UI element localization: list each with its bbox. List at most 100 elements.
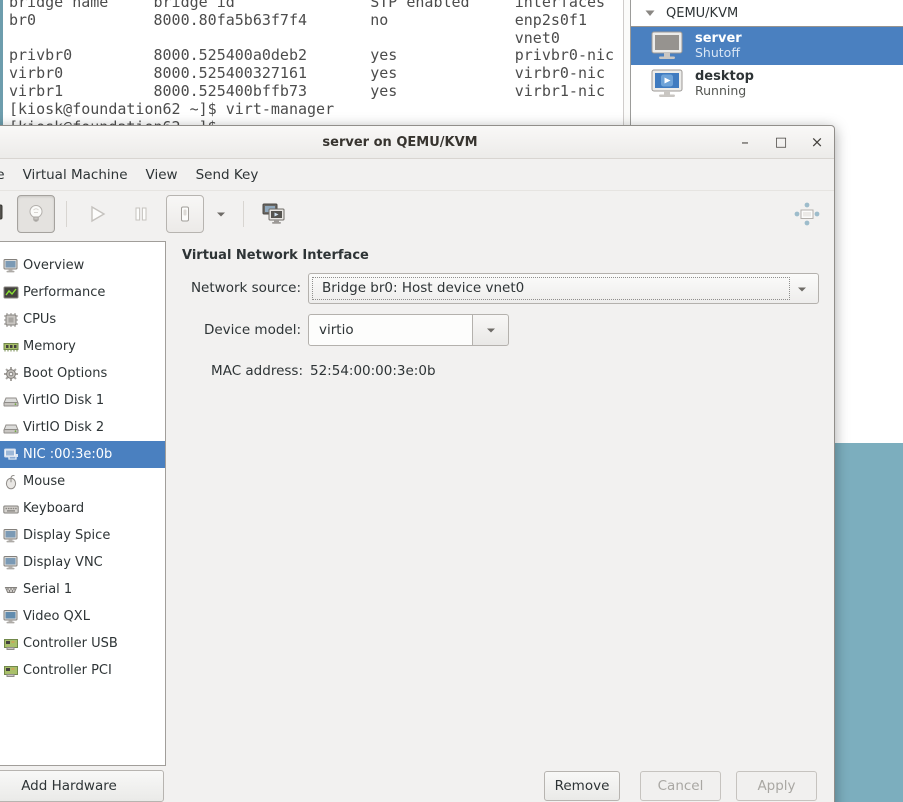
device-model-value: virtio: [319, 322, 354, 338]
remove-button[interactable]: Remove: [544, 771, 620, 801]
video-icon: [3, 609, 19, 625]
vm-desktop-icon: [649, 69, 685, 99]
keyboard-icon: [3, 501, 19, 517]
vm-server-icon: [649, 31, 685, 61]
sidebar-item-nic-00-3e-0b[interactable]: NIC :00:3e:0b: [0, 441, 165, 468]
toolbar: [0, 191, 834, 237]
memory-icon: [3, 339, 19, 355]
expander-arrow-icon[interactable]: [644, 7, 656, 19]
menu-view[interactable]: View: [137, 159, 187, 191]
mac-address-value: 52:54:00:00:3e:0b: [310, 363, 436, 379]
sidebar-item-label: Display Spice: [23, 528, 111, 543]
shutdown-menu-button[interactable]: [210, 195, 232, 233]
sidebar-item-memory[interactable]: Memory: [0, 333, 165, 360]
sidebar-item-label: Mouse: [23, 474, 66, 489]
sidebar-item-cpus[interactable]: CPUs: [0, 306, 165, 333]
run-icon: [86, 203, 108, 225]
sidebar-item-performance[interactable]: Performance: [0, 279, 165, 306]
pause-icon: [130, 203, 152, 225]
sidebar-item-virtio-disk-1[interactable]: VirtIO Disk 1: [0, 387, 165, 414]
sidebar-item-controller-usb[interactable]: Controller USB: [0, 630, 165, 657]
run-button[interactable]: [78, 195, 116, 233]
device-model-label: Device model:: [203, 322, 301, 338]
chevron-down-icon: [483, 322, 499, 338]
network-source-value: Bridge br0: Host device vnet0: [322, 280, 525, 296]
hardware-sidebar: Overview Performance CPUs Memory Boot Option…: [0, 241, 166, 766]
sidebar-item-label: NIC :00:3e:0b: [23, 447, 113, 462]
sidebar-item-virtio-disk-2[interactable]: VirtIO Disk 2: [0, 414, 165, 441]
disk-icon: [3, 393, 19, 409]
sidebar-item-label: Video QXL: [23, 609, 90, 624]
device-model-dropdown-button[interactable]: [472, 314, 509, 346]
terminal-window[interactable]: bridge name bridge id STP enabled interf…: [0, 0, 630, 130]
maximize-button[interactable]: □: [774, 135, 788, 150]
console-button[interactable]: [0, 195, 11, 233]
apply-button[interactable]: Apply: [736, 771, 817, 801]
display-icon: [3, 555, 19, 571]
mac-address-label: MAC address:: [211, 363, 303, 379]
hardware-details-button[interactable]: [17, 195, 55, 233]
close-button[interactable]: ×: [810, 135, 824, 150]
titlebar[interactable]: server on QEMU/KVM – □ ×: [0, 126, 834, 159]
serial-icon: [3, 582, 19, 598]
sidebar-item-display-vnc[interactable]: Display VNC: [0, 549, 165, 576]
menu-file[interactable]: File: [0, 159, 14, 191]
window-controls: – □ ×: [738, 126, 824, 159]
sidebar-item-label: Serial 1: [23, 582, 73, 597]
network-source-label: Network source:: [190, 280, 301, 296]
console-icon: [0, 203, 3, 225]
vm-details-window: server on QEMU/KVM – □ × FileVirtual Mac…: [0, 125, 835, 802]
console-switch-button[interactable]: [255, 195, 293, 233]
vm-list-item-desktop[interactable]: desktop Running: [631, 65, 903, 103]
sidebar-item-video-qxl[interactable]: Video QXL: [0, 603, 165, 630]
pause-button[interactable]: [122, 195, 160, 233]
fit-screen-icon: [793, 200, 821, 228]
sidebar-item-label: CPUs: [23, 312, 57, 327]
sidebar-item-overview[interactable]: Overview: [0, 252, 165, 279]
vm-list-item-server[interactable]: server Shutoff: [631, 27, 903, 65]
details-panel: Virtual Network Interface Network source…: [166, 238, 834, 802]
sidebar-item-serial-1[interactable]: Serial 1: [0, 576, 165, 603]
sidebar-item-display-spice[interactable]: Display Spice: [0, 522, 165, 549]
vm-name: desktop: [695, 69, 754, 84]
sidebar-item-label: Performance: [23, 285, 106, 300]
add-hardware-button[interactable]: Add Hardware: [0, 770, 164, 802]
fit-screen-button[interactable]: [793, 200, 821, 228]
terminal-text: bridge name bridge id STP enabled interf…: [9, 0, 615, 130]
device-model-combo[interactable]: virtio: [308, 314, 473, 346]
cpu-icon: [3, 312, 19, 328]
sidebar-item-label: VirtIO Disk 2: [23, 420, 105, 435]
vm-status: Shutoff: [695, 45, 740, 60]
displays-icon: [262, 203, 286, 225]
vm-status: Running: [695, 83, 747, 98]
cancel-button[interactable]: Cancel: [640, 771, 721, 801]
controller-icon: [3, 663, 19, 679]
nic-icon: [3, 447, 19, 463]
window-title: server on QEMU/KVM: [322, 134, 478, 150]
mouse-icon: [3, 474, 19, 490]
terminal-scrollbar[interactable]: [623, 0, 630, 130]
sidebar-item-label: Boot Options: [23, 366, 108, 381]
action-buttons: Remove Cancel Apply: [544, 771, 817, 801]
connection-label: QEMU/KVM: [666, 5, 739, 21]
menu-virtual-machine[interactable]: Virtual Machine: [14, 159, 137, 191]
sidebar-item-keyboard[interactable]: Keyboard: [0, 495, 165, 522]
shutdown-icon: [174, 203, 196, 225]
connection-row-qemu-kvm[interactable]: QEMU/KVM: [631, 0, 903, 27]
network-source-dropdown[interactable]: Bridge br0: Host device vnet0: [308, 273, 819, 304]
overview-icon: [3, 258, 19, 274]
minimize-button[interactable]: –: [738, 135, 752, 150]
chevron-down-icon: [213, 206, 229, 222]
sidebar-item-boot-options[interactable]: Boot Options: [0, 360, 165, 387]
sidebar-item-label: Keyboard: [23, 501, 85, 516]
chevron-down-icon: [794, 281, 810, 297]
menu-send-key[interactable]: Send Key: [187, 159, 268, 191]
sidebar-item-mouse[interactable]: Mouse: [0, 468, 165, 495]
sidebar-item-label: Overview: [23, 258, 85, 273]
lightbulb-icon: [25, 203, 47, 225]
sidebar-item-label: Controller PCI: [23, 663, 112, 678]
shutdown-button[interactable]: [166, 195, 204, 233]
gear-icon: [3, 366, 19, 382]
sidebar-item-controller-pci[interactable]: Controller PCI: [0, 657, 165, 684]
sidebar-item-label: VirtIO Disk 1: [23, 393, 105, 408]
